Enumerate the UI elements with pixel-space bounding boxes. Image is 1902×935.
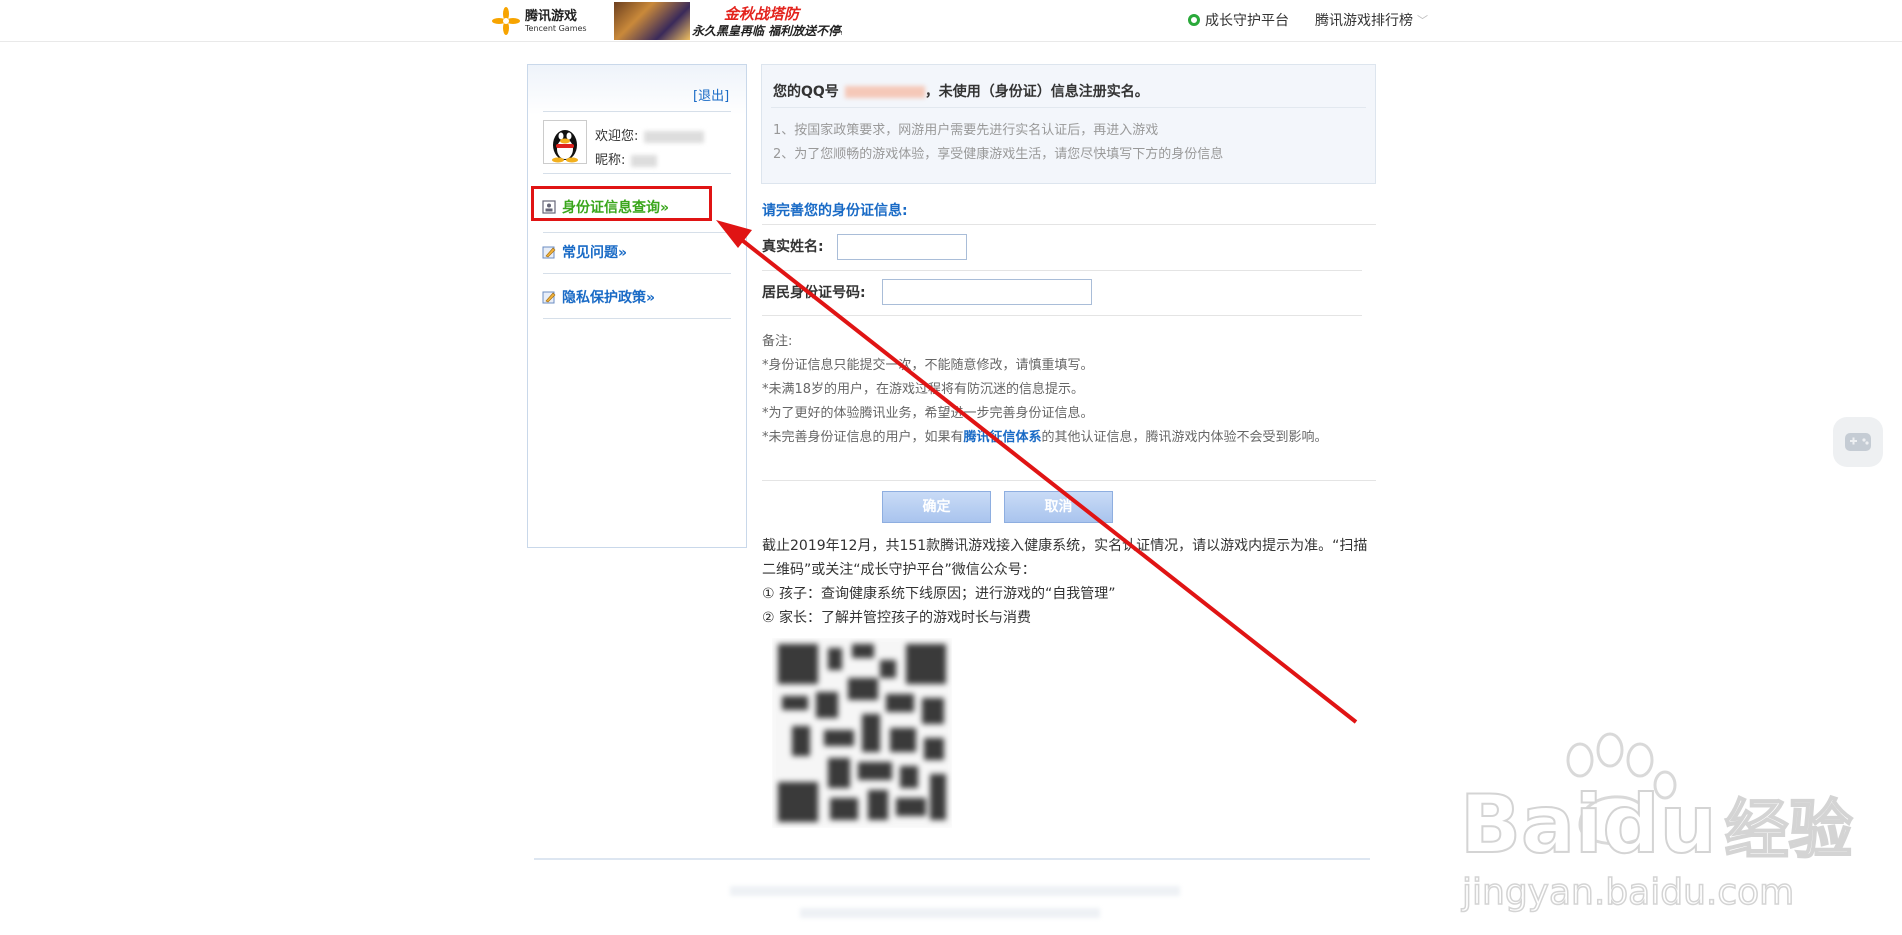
id-number-input[interactable] (882, 279, 1092, 305)
divider (762, 270, 1362, 271)
confirm-button[interactable]: 确定 (882, 491, 991, 523)
info-block: 截止2019年12月，共151款腾讯游戏接入健康系统，实名认证情况，请以游戏内提… (762, 534, 1372, 630)
qq-number-redacted (844, 86, 925, 98)
cancel-button[interactable]: 取消 (1004, 491, 1113, 523)
notice-line: 2、为了您顺畅的游戏体验，享受健康游戏生活，请您尽快填写下方的身份信息 (773, 147, 1224, 162)
footer-divider (534, 858, 1370, 860)
remark-line: *为了更好的体验腾讯业务，希望进一步完善身份证信息。 (762, 406, 1094, 421)
info-line: 截止2019年12月，共151款腾讯游戏接入健康系统，实名认证情况，请以游戏内提… (762, 538, 1368, 578)
notice-panel: 您的QQ号 ，未使用（身份证）信息注册实名。 1、按国家政策要求，网游用户需要先进… (761, 64, 1376, 184)
divider (543, 173, 731, 174)
baidu-jingyan-watermark: Baidu 经验 jingyan.baidu.com (1459, 730, 1854, 914)
divider (762, 224, 1376, 225)
sidebar-item-privacy[interactable]: 隐私保护政策» (542, 287, 655, 307)
notice-line: 1、按国家政策要求，网游用户需要先进行实名认证后，再进入游戏 (773, 123, 1159, 138)
divider (543, 111, 731, 112)
divider (762, 315, 1362, 316)
growth-guard-label: 成长守护平台 (1205, 13, 1289, 29)
divider (543, 232, 731, 233)
watermark-brand: Bai (1459, 777, 1603, 872)
logo-text-cn: 腾讯游戏 (525, 8, 578, 24)
info-line: ② 家长：了解并管控孩子的游戏时长与消费 (762, 610, 1031, 626)
form-heading: 请完善您的身份证信息: (762, 203, 908, 219)
banner-subtitle: 永久黑皇再临 福利放送不停歇 (692, 24, 842, 38)
growth-guard-link[interactable]: 成长守护平台 (1188, 10, 1289, 30)
watermark-brand-2: du (1601, 777, 1717, 872)
sidebar-item-faq[interactable]: 常见问题» (542, 242, 627, 262)
pencil-icon (542, 291, 556, 304)
divider (543, 273, 731, 274)
qq-penguin-icon (552, 130, 578, 163)
notice-title: 您的QQ号 ，未使用（身份证）信息注册实名。 (773, 84, 1149, 100)
remark-line: *身份证信息只能提交一次，不能随意修改，请慎重填写。 (762, 358, 1094, 373)
chevron-down-icon: ﹀ (1417, 14, 1428, 27)
promo-banner[interactable]: 金秋战塔防 永久黑皇再临 福利放送不停歇 (614, 2, 842, 40)
logout-link[interactable]: [退出] (693, 85, 729, 104)
sidebar: [退出] 欢迎您: 昵称: 身份证信息查询» 常见问题» 隐私保护政策» (527, 64, 747, 548)
sidebar-item-label: 常见问题» (562, 245, 628, 261)
nickname-text: 昵称: (595, 149, 658, 168)
logo-text-en: Tencent Games (525, 23, 587, 33)
tencent-games-logo-icon (491, 6, 521, 36)
sidebar-item-label: 隐私保护政策» (562, 290, 656, 306)
remark-line: *未完善身份证信息的用户，如果有腾讯征信体系的其他认证信息，腾讯游戏内体验不会受… (762, 430, 1328, 445)
remark-line: *未满18岁的用户，在游戏过程将有防沉迷的信息提示。 (762, 382, 1085, 397)
top-bar: 腾讯游戏 Tencent Games 金秋战塔防 永久黑皇再临 福利放送不停歇 … (0, 0, 1902, 42)
pencil-icon (542, 246, 556, 259)
nickname-redacted (631, 154, 658, 167)
floating-game-button[interactable] (1833, 417, 1883, 467)
watermark-cn: 经验 (1724, 793, 1854, 869)
real-name-label: 真实姓名: (762, 239, 824, 255)
footer-text-blurred (800, 908, 1100, 918)
annotation-highlight-box (531, 186, 712, 221)
avatar (543, 120, 587, 164)
id-number-label: 居民身份证号码: (762, 285, 866, 301)
real-name-input[interactable] (837, 234, 967, 260)
ring-icon (1188, 14, 1200, 26)
credit-system-link[interactable]: 腾讯征信体系 (964, 430, 1042, 445)
gamepad-icon (1845, 433, 1871, 451)
username-redacted (644, 130, 705, 143)
footer-text-blurred (730, 886, 1180, 896)
banner-artwork (614, 2, 690, 40)
divider (762, 480, 1376, 481)
welcome-text: 欢迎您: (595, 125, 705, 144)
remarks-block: 备注: *身份证信息只能提交一次，不能随意修改，请慎重填写。 *未满18岁的用户… (762, 330, 1352, 450)
divider (543, 318, 731, 319)
ranking-label: 腾讯游戏排行榜 (1315, 13, 1413, 29)
banner-title: 金秋战塔防 (724, 5, 800, 23)
watermark-url: jingyan.baidu.com (1461, 871, 1795, 914)
tencent-games-logo[interactable]: 腾讯游戏 Tencent Games (491, 6, 587, 36)
qr-code-image (772, 638, 952, 828)
remarks-title: 备注: (762, 334, 793, 349)
info-line: ① 孩子：查询健康系统下线原因；进行游戏的“自我管理” (762, 586, 1116, 602)
ranking-link[interactable]: 腾讯游戏排行榜 ﹀ (1315, 10, 1428, 30)
